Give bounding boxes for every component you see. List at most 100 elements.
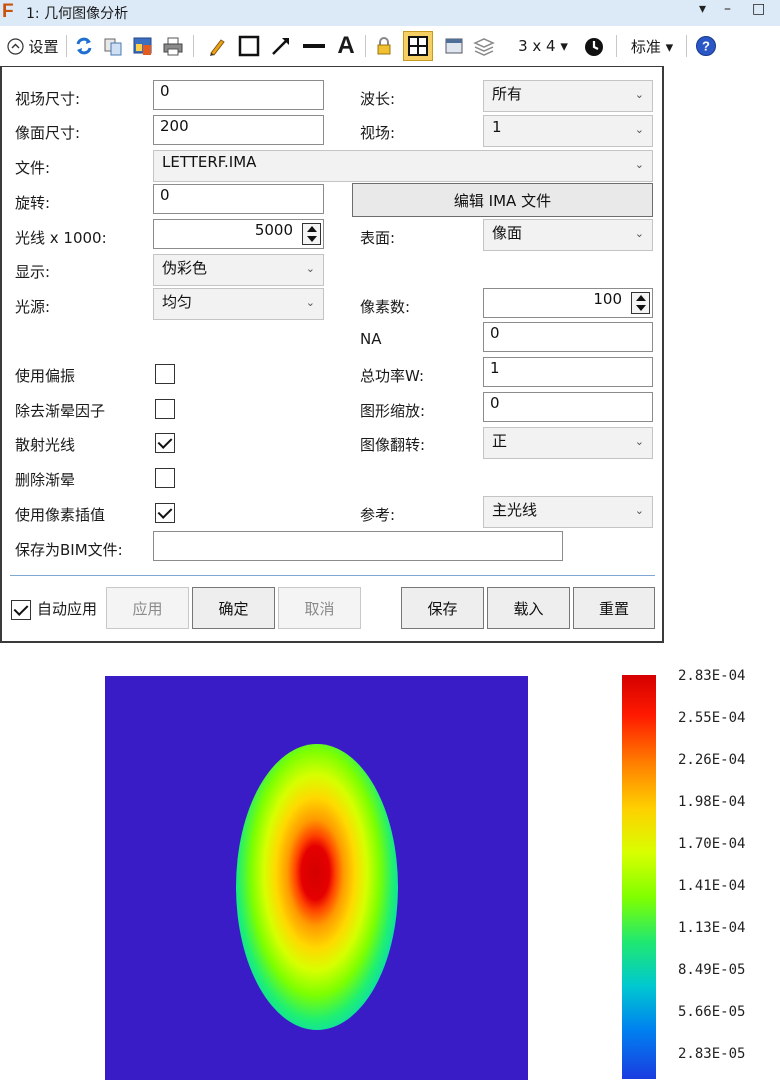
plot-scale-input[interactable]: 0 (483, 392, 653, 422)
field-select[interactable]: 1 ⌄ (483, 115, 653, 147)
rotation-label: 旋转: (15, 194, 51, 212)
reference-label: 参考: (360, 506, 396, 524)
line-icon (303, 44, 325, 48)
apply-button[interactable]: 应用 (106, 587, 189, 629)
save-button[interactable]: 保存 (401, 587, 484, 629)
scatter-rays-label: 散射光线 (15, 436, 76, 454)
toolbar: 设置 A 3 x 4 ▾ 标准 ▾ ? (0, 27, 780, 65)
colorbar-tick-label: 1.41E-04 (678, 878, 746, 894)
total-power-input[interactable]: 1 (483, 357, 653, 387)
lock-button[interactable] (372, 33, 396, 59)
file-value: LETTERF.IMA (162, 153, 257, 171)
surface-value: 像面 (492, 224, 523, 242)
edit-ima-button[interactable]: 编辑 IMA 文件 (352, 183, 653, 217)
export-image-button[interactable] (131, 33, 155, 59)
window-icon (445, 38, 463, 54)
chevron-down-icon: ⌄ (634, 123, 644, 136)
pixels-stepper[interactable]: 100 (483, 288, 653, 318)
display-select[interactable]: 伪彩色 ⌄ (153, 254, 324, 286)
source-value: 均匀 (162, 293, 193, 311)
copy-button[interactable] (101, 33, 125, 59)
use-polarization-label: 使用偏振 (15, 367, 76, 385)
panel-divider (10, 575, 655, 576)
colorbar-tick-label: 5.66E-05 (678, 1004, 746, 1020)
source-select[interactable]: 均匀 ⌄ (153, 288, 324, 320)
load-button[interactable]: 载入 (487, 587, 570, 629)
remove-vignetting-checkbox[interactable] (155, 399, 175, 419)
minimize-icon[interactable]: – (724, 1, 731, 17)
wavelength-select[interactable]: 所有 ⌄ (483, 80, 653, 112)
spinner-icon[interactable] (631, 292, 650, 314)
arrow-tool-button[interactable] (268, 33, 294, 59)
field-label: 视场: (360, 124, 396, 142)
surface-select[interactable]: 像面 ⌄ (483, 219, 653, 251)
na-label: NA (360, 330, 382, 348)
timer-icon (585, 38, 603, 56)
layout-dropdown-label: 3 x 4 ▾ (518, 37, 568, 55)
remove-vignetting-label: 除去渐晕因子 (15, 402, 106, 420)
standard-dropdown-label: 标准 ▾ (630, 37, 674, 56)
rotation-input[interactable]: 0 (153, 184, 324, 214)
chevron-down-icon: ⌄ (305, 262, 315, 275)
layout-dropdown[interactable]: 3 x 4 ▾ (512, 33, 574, 59)
settings-panel: 视场尺寸: 0 波长: 所有 ⌄ 像面尺寸: 200 视场: 1 ⌄ 文件: L… (0, 66, 664, 643)
use-pixel-interp-checkbox[interactable] (155, 503, 175, 523)
save-bim-input[interactable] (153, 531, 563, 561)
maximize-icon[interactable]: □ (752, 1, 765, 17)
chevron-down-icon: ⌄ (634, 504, 644, 517)
total-power-label: 总功率W: (360, 367, 425, 385)
image-flip-value: 正 (492, 432, 508, 450)
image-flip-select[interactable]: 正 ⌄ (483, 427, 653, 459)
wavelength-value: 所有 (492, 85, 523, 103)
timer-button[interactable] (582, 33, 606, 59)
use-polarization-checkbox[interactable] (155, 364, 175, 384)
scatter-rays-checkbox[interactable] (155, 433, 175, 453)
reset-button[interactable]: 重置 (573, 587, 655, 629)
rays-stepper[interactable]: 5000 (153, 219, 324, 249)
wavelength-label: 波长: (360, 90, 396, 108)
image-size-input[interactable]: 200 (153, 115, 324, 145)
colorbar-tick-label: 1.98E-04 (678, 794, 746, 810)
chevron-down-icon: ⌄ (634, 158, 644, 171)
use-pixel-interp-label: 使用像素插值 (15, 506, 106, 524)
settings-button[interactable]: 设置 (2, 33, 64, 59)
spinner-icon[interactable] (302, 223, 321, 245)
ok-button[interactable]: 确定 (192, 587, 275, 629)
rectangle-tool-button[interactable] (236, 33, 262, 59)
rectangle-icon (238, 35, 260, 57)
refresh-button[interactable] (72, 33, 96, 59)
layers-button[interactable] (472, 33, 496, 59)
rays-value: 5000 (254, 221, 293, 239)
chevron-down-icon: ⌄ (634, 88, 644, 101)
pin-dropdown-icon[interactable]: ▾ (699, 1, 706, 17)
toolbar-divider (193, 35, 194, 57)
reference-select[interactable]: 主光线 ⌄ (483, 496, 653, 528)
window-button[interactable] (442, 33, 466, 59)
field-size-label: 视场尺寸: (15, 90, 81, 108)
print-button[interactable] (161, 33, 185, 59)
line-tool-button[interactable] (300, 33, 328, 59)
colorbar-tick-label: 8.49E-05 (678, 962, 746, 978)
text-tool-button[interactable]: A (333, 32, 359, 59)
surface-label: 表面: (360, 229, 396, 247)
colorbar-tick-label: 1.13E-04 (678, 920, 746, 936)
help-button[interactable]: ? (694, 33, 718, 59)
save-bim-label: 保存为BIM文件: (15, 541, 123, 559)
auto-apply-label[interactable]: 自动应用 (37, 598, 97, 619)
file-select[interactable]: LETTERF.IMA ⌄ (153, 150, 653, 182)
auto-apply-checkbox[interactable] (11, 600, 31, 620)
pencil-tool-button[interactable] (206, 33, 228, 59)
cancel-button[interactable]: 取消 (278, 587, 361, 629)
pencil-icon (210, 39, 225, 56)
layers-icon (473, 38, 495, 56)
standard-dropdown[interactable]: 标准 ▾ (624, 33, 680, 59)
lock-icon (377, 37, 391, 55)
field-size-input[interactable]: 0 (153, 80, 324, 110)
settings-label: 设置 (28, 37, 59, 56)
chevron-down-icon: ⌄ (634, 435, 644, 448)
delete-vignetted-checkbox[interactable] (155, 468, 175, 488)
grid-view-button[interactable] (403, 31, 433, 61)
field-value: 1 (492, 118, 502, 136)
colorbar-tick-label: 2.83E-05 (678, 1046, 746, 1062)
na-input[interactable]: 0 (483, 322, 653, 352)
